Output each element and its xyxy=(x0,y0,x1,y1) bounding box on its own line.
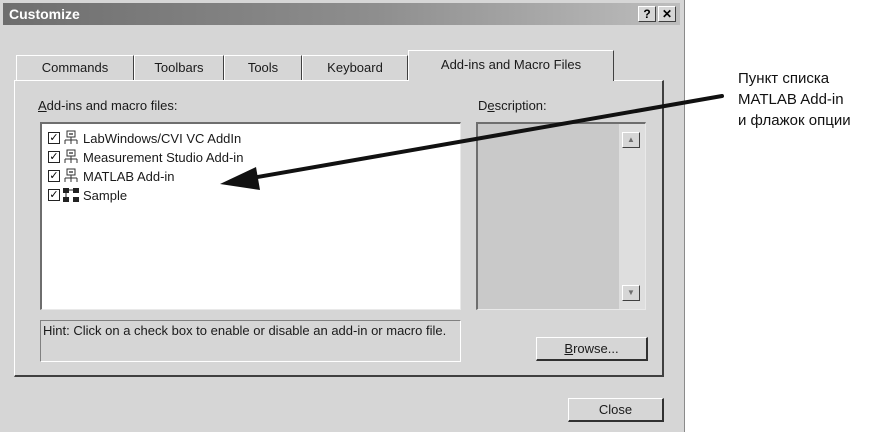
annotation-arrow xyxy=(220,94,724,190)
screenshot-canvas: Customize ? ✕ Commands Toolbars Tools Ke… xyxy=(0,0,890,432)
